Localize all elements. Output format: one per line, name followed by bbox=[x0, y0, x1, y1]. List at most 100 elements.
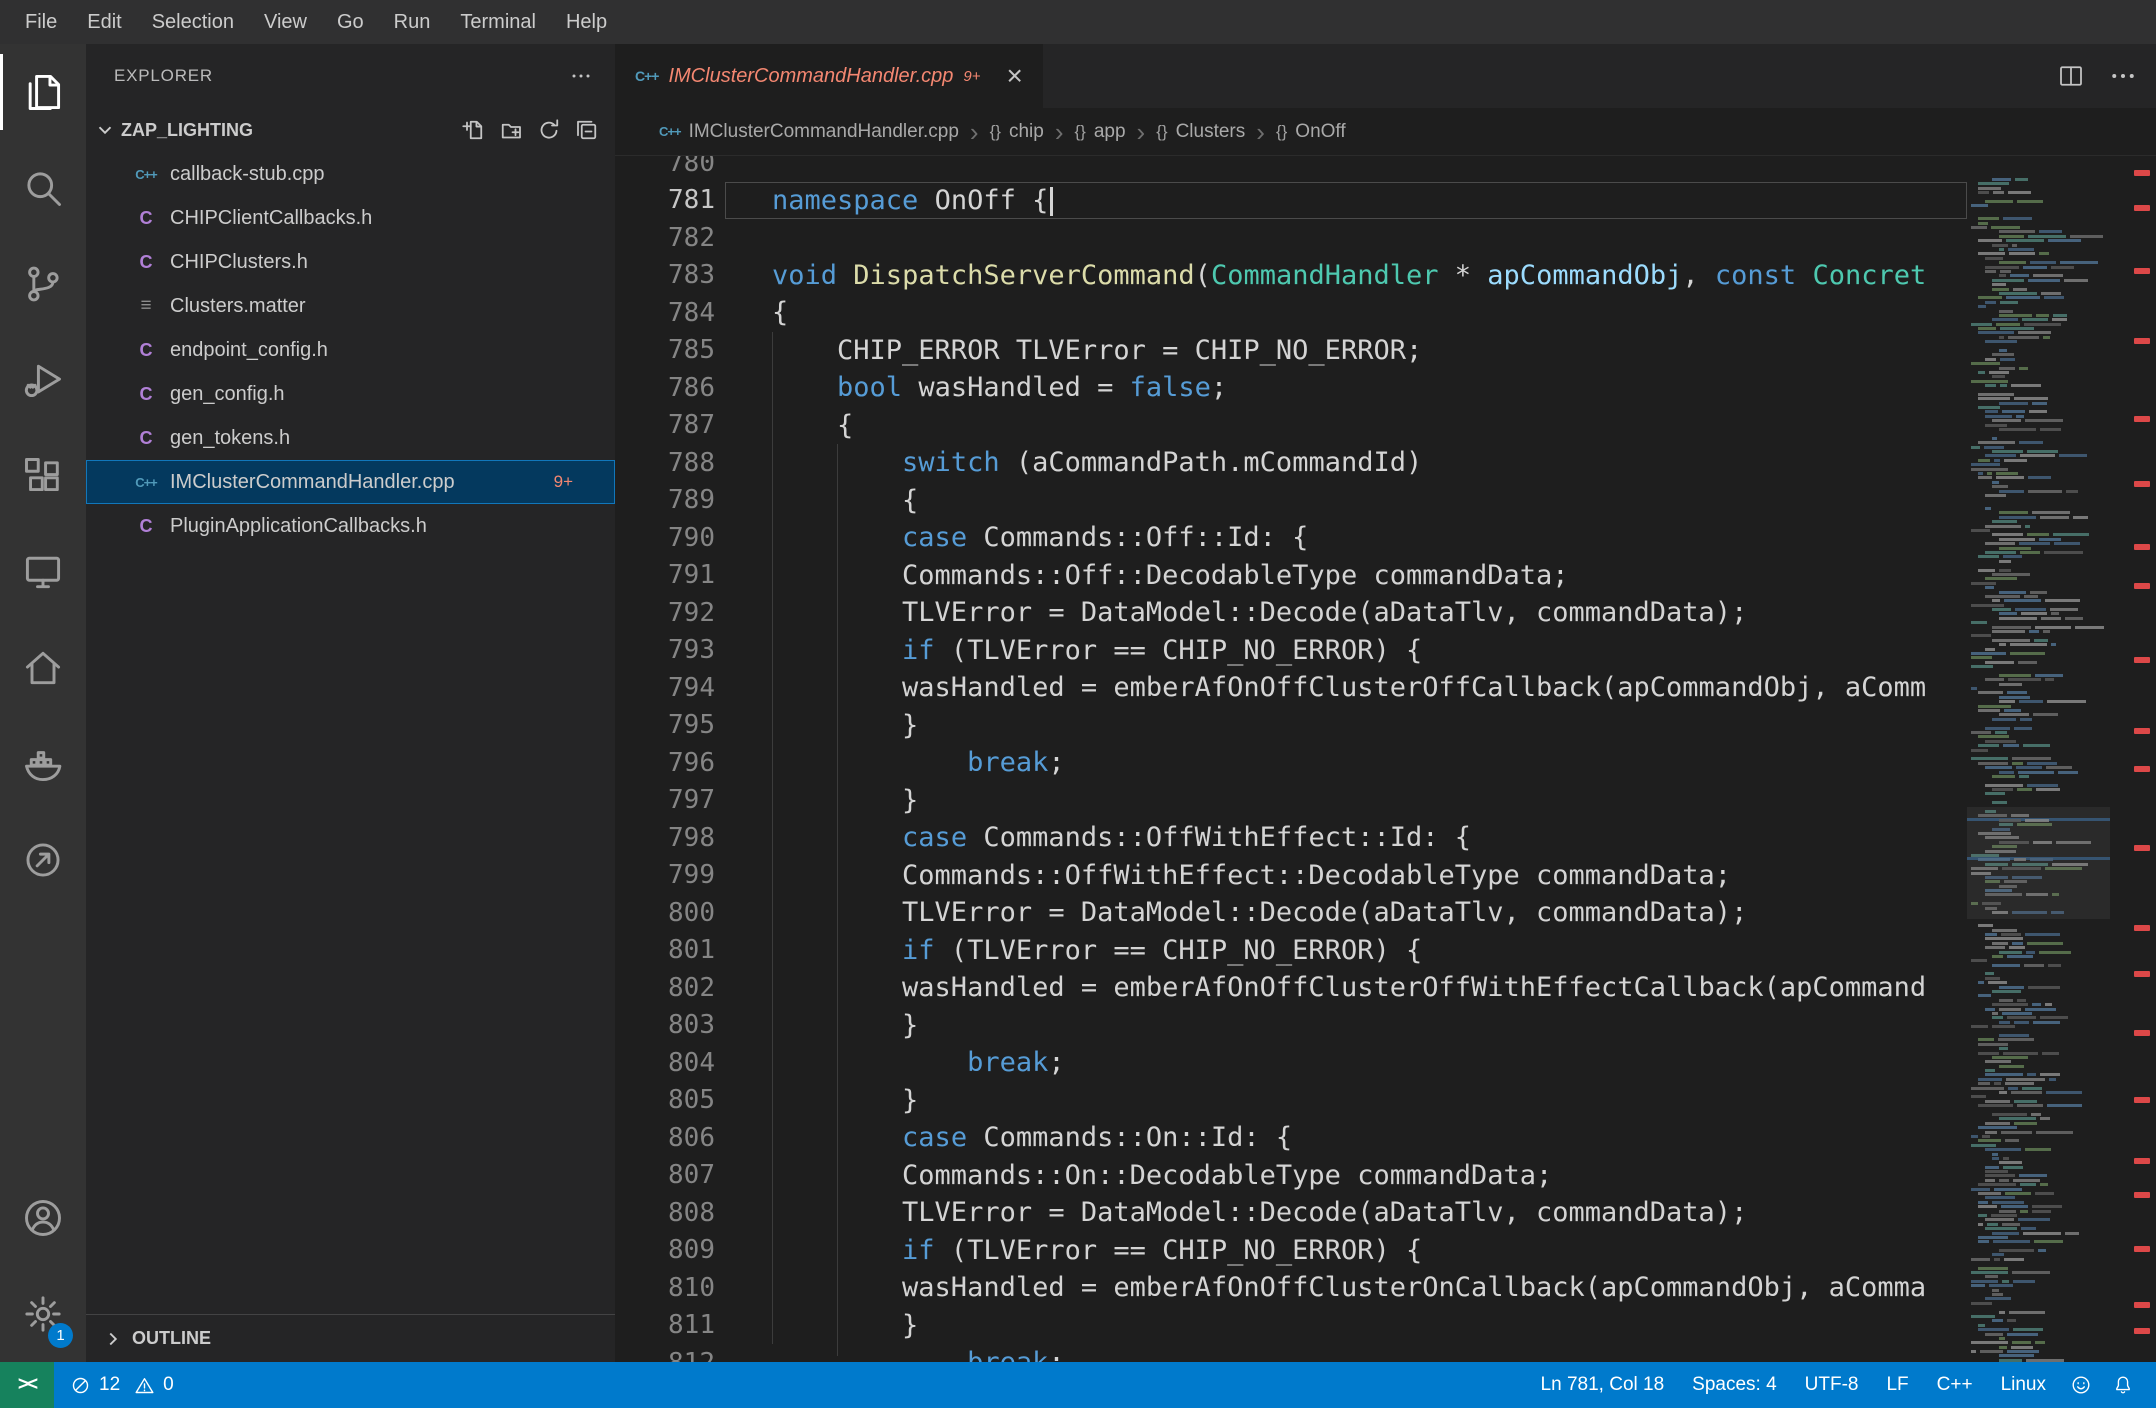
encoding-indicator[interactable]: UTF-8 bbox=[1791, 1362, 1873, 1408]
code-line-783[interactable]: 783 void DispatchServerCommand(CommandHan… bbox=[615, 257, 1967, 295]
settings-button[interactable]: 1 bbox=[0, 1266, 86, 1362]
os-indicator[interactable]: Linux bbox=[1987, 1362, 2060, 1408]
minimap[interactable] bbox=[1967, 156, 2110, 1362]
line-number[interactable]: 804 bbox=[615, 1048, 715, 1078]
home-activity-button[interactable] bbox=[0, 620, 86, 716]
line-number[interactable]: 808 bbox=[615, 1198, 715, 1228]
line-number[interactable]: 795 bbox=[615, 710, 715, 740]
line-number[interactable]: 789 bbox=[615, 485, 715, 515]
file-item-CHIPClusters.h[interactable]: C CHIPClusters.h bbox=[86, 240, 615, 284]
menu-item-go[interactable]: Go bbox=[322, 0, 379, 44]
breadcrumb-item-imclustercommandhandler.cpp[interactable]: C++ IMClusterCommandHandler.cpp bbox=[659, 121, 959, 143]
code-line-809[interactable]: 809 if (TLVError == CHIP_NO_ERROR) { bbox=[615, 1232, 1967, 1270]
line-number[interactable]: 788 bbox=[615, 448, 715, 478]
code-line-786[interactable]: 786 bool wasHandled = false; bbox=[615, 369, 1967, 407]
line-number[interactable]: 800 bbox=[615, 898, 715, 928]
new-file-button[interactable] bbox=[461, 118, 485, 142]
eol-indicator[interactable]: LF bbox=[1872, 1362, 1922, 1408]
code-line-806[interactable]: 806 case Commands::On::Id: { bbox=[615, 1119, 1967, 1157]
language-mode[interactable]: C++ bbox=[1923, 1362, 1987, 1408]
accounts-button[interactable] bbox=[0, 1170, 86, 1266]
code-line-808[interactable]: 808 TLVError = DataModel::Decode(aDataTl… bbox=[615, 1194, 1967, 1232]
menu-item-run[interactable]: Run bbox=[379, 0, 446, 44]
line-number[interactable]: 787 bbox=[615, 410, 715, 440]
refresh-explorer-button[interactable] bbox=[537, 118, 561, 142]
editor-more-actions-button[interactable] bbox=[2108, 61, 2138, 91]
file-item-Clusters.matter[interactable]: ≡ Clusters.matter bbox=[86, 284, 615, 328]
code-line-794[interactable]: 794 wasHandled = emberAfOnOffClusterOffC… bbox=[615, 669, 1967, 707]
file-item-gen_tokens.h[interactable]: Cgen_tokens.h bbox=[86, 416, 615, 460]
line-number[interactable]: 783 bbox=[615, 260, 715, 290]
code-line-791[interactable]: 791 Commands::Off::DecodableType command… bbox=[615, 557, 1967, 595]
folder-section-header[interactable]: ZAP_LIGHTING bbox=[86, 108, 615, 152]
code-line-798[interactable]: 798 case Commands::OffWithEffect::Id: { bbox=[615, 819, 1967, 857]
breadcrumb-item-clusters[interactable]: {} Clusters bbox=[1156, 121, 1245, 143]
line-number[interactable]: 812 bbox=[615, 1348, 715, 1362]
line-number[interactable]: 805 bbox=[615, 1085, 715, 1115]
outline-section[interactable]: OUTLINE bbox=[86, 1314, 615, 1362]
line-number[interactable]: 799 bbox=[615, 860, 715, 890]
indent-setting[interactable]: Spaces: 4 bbox=[1678, 1362, 1791, 1408]
line-number[interactable]: 796 bbox=[615, 748, 715, 778]
code-line-790[interactable]: 790 case Commands::Off::Id: { bbox=[615, 519, 1967, 557]
code-line-784[interactable]: 784 { bbox=[615, 294, 1967, 332]
menu-item-selection[interactable]: Selection bbox=[137, 0, 249, 44]
code-line-802[interactable]: 802 wasHandled = emberAfOnOffClusterOffW… bbox=[615, 969, 1967, 1007]
breadcrumb-item-onoff[interactable]: {} OnOff bbox=[1276, 121, 1346, 143]
new-folder-button[interactable] bbox=[499, 118, 523, 142]
line-number[interactable]: 780 bbox=[615, 156, 715, 178]
line-number[interactable]: 792 bbox=[615, 598, 715, 628]
file-item-PluginApplicationCallbacks.h[interactable]: C PluginApplicationCallbacks.h bbox=[86, 504, 615, 548]
code-line-810[interactable]: 810 wasHandled = emberAfOnOffClusterOnCa… bbox=[615, 1269, 1967, 1307]
problems-indicator[interactable]: 12 0 bbox=[54, 1362, 196, 1408]
code-line-801[interactable]: 801 if (TLVError == CHIP_NO_ERROR) { bbox=[615, 932, 1967, 970]
code-line-804[interactable]: 804 break; bbox=[615, 1044, 1967, 1082]
search-activity-button[interactable] bbox=[0, 140, 86, 236]
run-debug-activity-button[interactable] bbox=[0, 332, 86, 428]
menu-item-view[interactable]: View bbox=[249, 0, 322, 44]
line-number[interactable]: 809 bbox=[615, 1235, 715, 1265]
breadcrumb-item-app[interactable]: {} app bbox=[1074, 121, 1125, 143]
code-line-780[interactable]: 780 bbox=[615, 156, 1967, 182]
code-line-785[interactable]: 785 CHIP_ERROR TLVError = CHIP_NO_ERROR; bbox=[615, 332, 1967, 370]
menu-item-terminal[interactable]: Terminal bbox=[445, 0, 551, 44]
code-line-789[interactable]: 789 { bbox=[615, 482, 1967, 520]
line-number[interactable]: 791 bbox=[615, 560, 715, 590]
menu-item-help[interactable]: Help bbox=[551, 0, 622, 44]
line-number[interactable]: 782 bbox=[615, 223, 715, 253]
docker-activity-button[interactable] bbox=[0, 716, 86, 812]
tab-imclustercommandhandler[interactable]: C++ IMClusterCommandHandler.cpp 9+ × bbox=[615, 44, 1043, 108]
code-line-788[interactable]: 788 switch (aCommandPath.mCommandId) bbox=[615, 444, 1967, 482]
line-number[interactable]: 784 bbox=[615, 298, 715, 328]
breadcrumb-item-chip[interactable]: {} chip bbox=[990, 121, 1044, 143]
line-number[interactable]: 797 bbox=[615, 785, 715, 815]
code-line-811[interactable]: 811 } bbox=[615, 1307, 1967, 1345]
code-line-795[interactable]: 795 } bbox=[615, 707, 1967, 745]
file-item-callback-stub.cpp[interactable]: C++ callback-stub.cpp bbox=[86, 152, 615, 196]
line-number[interactable]: 807 bbox=[615, 1160, 715, 1190]
code-line-805[interactable]: 805 } bbox=[615, 1082, 1967, 1120]
source-control-activity-button[interactable] bbox=[0, 236, 86, 332]
line-number[interactable]: 785 bbox=[615, 335, 715, 365]
file-item-gen_config.h[interactable]: Cgen_config.h bbox=[86, 372, 615, 416]
circle-arrow-activity-button[interactable] bbox=[0, 812, 86, 908]
line-number[interactable]: 806 bbox=[615, 1123, 715, 1153]
file-item-CHIPClientCallbacks.h[interactable]: C CHIPClientCallbacks.h bbox=[86, 196, 615, 240]
code-line-799[interactable]: 799 Commands::OffWithEffect::DecodableTy… bbox=[615, 857, 1967, 895]
cursor-position[interactable]: Ln 781, Col 18 bbox=[1527, 1362, 1679, 1408]
collapse-folders-button[interactable] bbox=[575, 118, 599, 142]
code-line-781[interactable]: 781 namespace OnOff { bbox=[615, 181, 1967, 220]
line-number[interactable]: 786 bbox=[615, 373, 715, 403]
line-number[interactable]: 801 bbox=[615, 935, 715, 965]
remote-explorer-activity-button[interactable] bbox=[0, 524, 86, 620]
line-number[interactable]: 802 bbox=[615, 973, 715, 1003]
remote-indicator[interactable]: >< bbox=[0, 1362, 54, 1408]
line-number[interactable]: 798 bbox=[615, 823, 715, 853]
code-line-787[interactable]: 787 { bbox=[615, 407, 1967, 445]
line-number[interactable]: 803 bbox=[615, 1010, 715, 1040]
minimap-slider[interactable] bbox=[1967, 807, 2110, 920]
line-number[interactable]: 790 bbox=[615, 523, 715, 553]
menu-item-file[interactable]: File bbox=[10, 0, 72, 44]
code-line-792[interactable]: 792 TLVError = DataModel::Decode(aDataTl… bbox=[615, 594, 1967, 632]
file-item-endpoint_config.h[interactable]: Cendpoint_config.h bbox=[86, 328, 615, 372]
